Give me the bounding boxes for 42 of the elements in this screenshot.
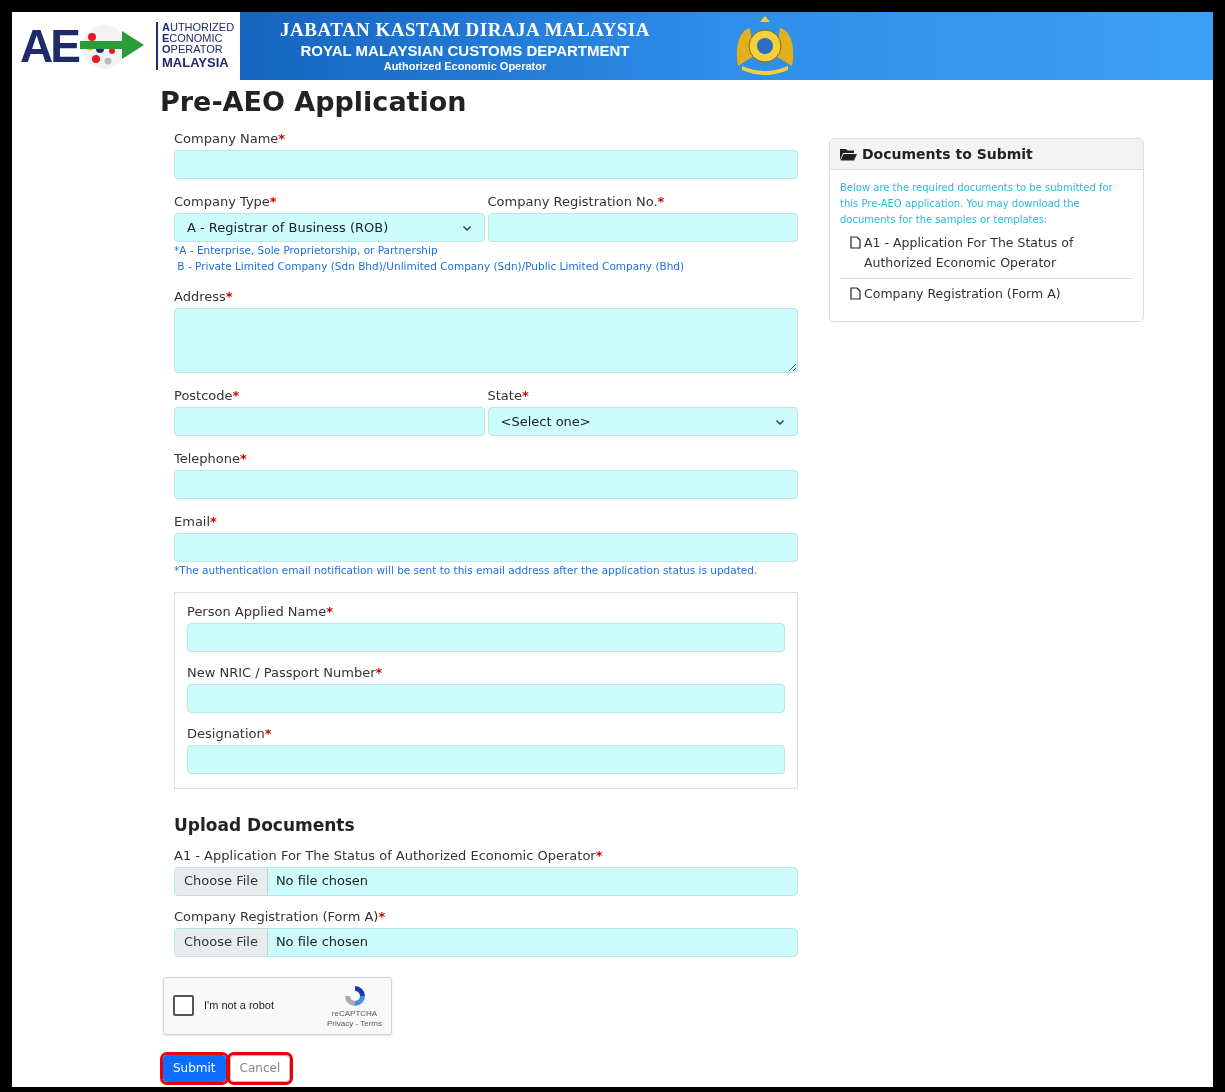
- page-title: Pre-AEO Application: [160, 85, 468, 119]
- cancel-button[interactable]: Cancel: [229, 1054, 291, 1082]
- field-label: New NRIC / Passport Number*: [187, 664, 384, 682]
- field-label: Company Registration No.*: [487, 193, 666, 211]
- file-icon: [850, 287, 861, 300]
- captcha-brand: reCAPTCHA: [331, 1008, 378, 1019]
- header-subtitle: Authorized Economic Operator: [383, 60, 547, 75]
- submit-button[interactable]: Submit: [163, 1054, 226, 1082]
- file-field[interactable]: Choose File No file chosen: [174, 927, 798, 957]
- file-field[interactable]: Choose File No file chosen: [174, 866, 798, 896]
- document-link[interactable]: Company Registration (Form A): [864, 284, 1061, 304]
- file-icon: [850, 236, 861, 249]
- card-intro: Below are the required documents to be submitted for this Pre-AEO application. You may download the documents for the samples or templates:: [840, 181, 1114, 227]
- captcha-checkbox[interactable]: [173, 995, 194, 1016]
- field-label: Telephone*: [174, 450, 248, 468]
- dropdown[interactable]: <Select one>: [487, 407, 798, 436]
- logo-text: ECONOMIC: [162, 33, 224, 44]
- logo-text: OPERATOR: [162, 44, 224, 55]
- header-title: JABATAN KASTAM DIRAJA MALAYSIA: [280, 17, 650, 42]
- field-label: Company Registration (Form A)*: [174, 907, 387, 926]
- dropdown[interactable]: A - Registrar of Business (ROB): [174, 213, 485, 242]
- captcha-links: Privacy - Terms: [327, 1018, 382, 1029]
- captcha-label: I'm not a robot: [204, 998, 275, 1014]
- folder-icon: [840, 147, 857, 161]
- field-label: Postcode*: [174, 387, 241, 405]
- field-label: Address*: [174, 288, 234, 306]
- field-label: Designation*: [187, 725, 273, 743]
- document-link[interactable]: A1 - Application For The Status of Authorized Economic Operator: [864, 233, 1123, 273]
- header-title: ROYAL MALAYSIAN CUSTOMS DEPARTMENT: [300, 41, 630, 61]
- logo-text: AUTHORIZED: [162, 22, 235, 33]
- section-heading: Upload Documents: [174, 814, 356, 837]
- help-text: *The authentication email notification will be sent to this email address after the application status is updated.: [174, 563, 759, 578]
- help-text: *A - Enterprise, Sole Proprietorship, or Partnership: [174, 243, 439, 258]
- help-text: B - Private Limited Company (Sdn Bhd)/Unlimited Company (Sdn)/Public Limited Company (Bhd): [176, 259, 686, 274]
- field-label: A1 - Application For The Status of Authorized Economic Operator*: [174, 846, 604, 865]
- field-label: State*: [487, 387, 530, 405]
- field-label: Person Applied Name*: [187, 603, 334, 621]
- field-label: Company Type*: [174, 193, 278, 211]
- field-label: Email*: [174, 513, 218, 531]
- card-title: Documents to Submit: [862, 144, 1033, 164]
- field-label: Company Name*: [174, 130, 287, 148]
- logo-text: MALAYSIA: [162, 55, 230, 70]
